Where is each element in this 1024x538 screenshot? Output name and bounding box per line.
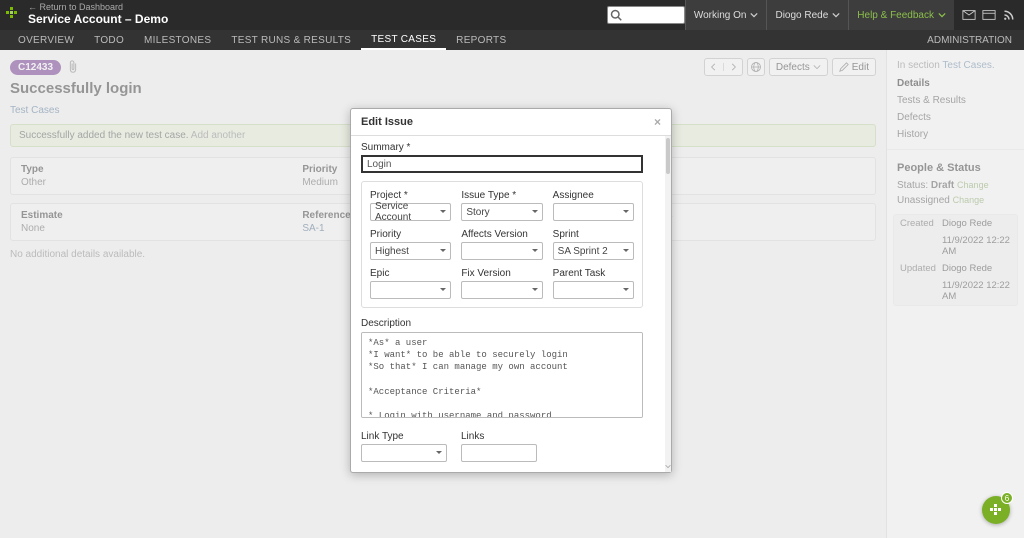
tab-reports[interactable]: REPORTS [446, 30, 516, 50]
account-name: Service Account – Demo [28, 12, 168, 26]
summary-input[interactable] [361, 155, 643, 173]
administration-link[interactable]: ADMINISTRATION [927, 35, 1016, 46]
fix-version-label: Fix Version [461, 268, 542, 279]
assignee-label: Assignee [553, 190, 634, 201]
tab-test-runs-results[interactable]: TEST RUNS & RESULTS [221, 30, 361, 50]
description-textarea[interactable] [361, 332, 643, 418]
sprint-select[interactable]: SA Sprint 2 [553, 242, 634, 260]
chevron-down-icon [938, 11, 946, 19]
help-menu[interactable]: Help & Feedback [848, 0, 954, 30]
chevron-down-icon [665, 464, 671, 470]
fields-group: Project * Service Account Issue Type * Sto… [361, 181, 643, 308]
working-on-menu[interactable]: Working On [685, 0, 767, 30]
modal-scrollbar[interactable] [665, 136, 671, 472]
issue-type-select[interactable]: Story [461, 203, 542, 221]
chevron-down-icon [832, 11, 840, 19]
priority-label: Priority [370, 229, 451, 240]
close-icon[interactable]: × [654, 115, 661, 129]
modal-title: Edit Issue [361, 116, 413, 128]
affects-version-label: Affects Version [461, 229, 542, 240]
fix-version-select[interactable] [461, 281, 542, 299]
epic-select[interactable] [370, 281, 451, 299]
app-logo-icon [6, 7, 20, 21]
fab-logo-icon [990, 504, 1002, 516]
epic-label: Epic [370, 268, 451, 279]
link-type-select[interactable] [361, 444, 447, 462]
issue-type-label: Issue Type * [461, 190, 542, 201]
parent-task-select[interactable] [553, 281, 634, 299]
nav-tabs: OVERVIEWTODOMILESTONESTEST RUNS & RESULT… [0, 30, 1024, 50]
top-bar: ← Return to Dashboard Service Account – … [0, 0, 1024, 30]
project-select[interactable]: Service Account [370, 203, 451, 221]
search-icon [610, 9, 622, 21]
affects-version-select[interactable] [461, 242, 542, 260]
summary-label: Summary * [361, 142, 661, 153]
sprint-label: Sprint [553, 229, 634, 240]
chevron-down-icon [750, 11, 758, 19]
tab-overview[interactable]: OVERVIEW [8, 30, 84, 50]
tab-test-cases[interactable]: TEST CASES [361, 30, 446, 50]
links-input[interactable] [461, 444, 537, 462]
window-icon[interactable] [982, 8, 996, 22]
links-label: Links [461, 431, 537, 442]
modal-header: Edit Issue × [351, 109, 671, 136]
user-menu[interactable]: Diogo Rede [766, 0, 848, 30]
tab-todo[interactable]: TODO [84, 30, 134, 50]
fab-badge: 6 [1001, 492, 1013, 504]
priority-select[interactable]: Highest [370, 242, 451, 260]
description-label: Description [361, 318, 661, 329]
rss-icon[interactable] [1002, 8, 1016, 22]
return-dashboard-link[interactable]: ← Return to Dashboard [28, 3, 168, 12]
assignee-select[interactable] [553, 203, 634, 221]
tab-milestones[interactable]: MILESTONES [134, 30, 221, 50]
fab-button[interactable]: 6 [982, 496, 1010, 524]
project-label: Project * [370, 190, 451, 201]
mail-icon[interactable] [962, 8, 976, 22]
search-wrap [607, 6, 685, 24]
parent-task-label: Parent Task [553, 268, 634, 279]
edit-issue-modal: Edit Issue × Summary * Project * Service … [350, 108, 672, 473]
link-type-label: Link Type [361, 431, 447, 442]
